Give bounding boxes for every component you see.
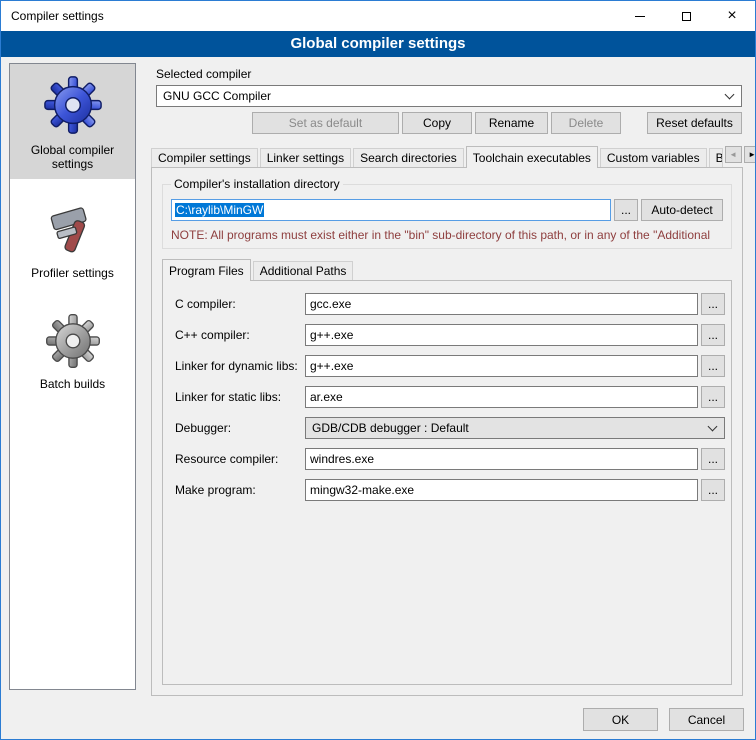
- settings-category-list: Global compiler settings Profiler settin…: [9, 63, 136, 690]
- close-button[interactable]: ×: [709, 1, 755, 31]
- resource-compiler-label: Resource compiler:: [175, 452, 305, 466]
- auto-detect-button[interactable]: Auto-detect: [641, 199, 723, 221]
- tab-compiler-settings[interactable]: Compiler settings: [151, 148, 258, 167]
- field-row-make-program: Make program: ...: [175, 479, 725, 501]
- installation-directory-title: Compiler's installation directory: [171, 177, 343, 191]
- field-row-resource-compiler: Resource compiler: ...: [175, 448, 725, 470]
- c-compiler-label: C compiler:: [175, 297, 305, 311]
- chevron-down-icon: [725, 90, 735, 100]
- tab-scroll-controls: ◄ ►: [725, 146, 756, 163]
- cpp-compiler-browse-button[interactable]: ...: [701, 324, 725, 346]
- resource-compiler-browse-button[interactable]: ...: [701, 448, 725, 470]
- installation-directory-group: Compiler's installation directory C:\ray…: [162, 184, 732, 249]
- minimize-button[interactable]: [617, 1, 663, 31]
- sidebar-item-batch-builds[interactable]: Batch builds: [10, 302, 135, 399]
- field-row-dynamic-linker: Linker for dynamic libs: ...: [175, 355, 725, 377]
- tab-linker-settings[interactable]: Linker settings: [260, 148, 351, 167]
- dynamic-linker-input[interactable]: [305, 355, 698, 377]
- make-program-browse-button[interactable]: ...: [701, 479, 725, 501]
- sidebar-item-global-compiler-settings[interactable]: Global compiler settings: [10, 64, 135, 179]
- cpp-compiler-label: C++ compiler:: [175, 328, 305, 342]
- main-content: Selected compiler GNU GCC Compiler Set a…: [146, 61, 747, 696]
- install-dir-browse-button[interactable]: ...: [614, 199, 638, 221]
- titlebar: Compiler settings ×: [1, 1, 755, 31]
- selected-compiler-select[interactable]: GNU GCC Compiler: [156, 85, 742, 107]
- dynamic-linker-label: Linker for dynamic libs:: [175, 359, 305, 373]
- tab-program-files[interactable]: Program Files: [162, 259, 251, 281]
- debugger-select[interactable]: GDB/CDB debugger : Default: [305, 417, 725, 439]
- dynamic-linker-browse-button[interactable]: ...: [701, 355, 725, 377]
- compiler-settings-tabs: Compiler settings Linker settings Search…: [151, 146, 743, 167]
- window-title: Compiler settings: [1, 9, 104, 23]
- tab-additional-paths[interactable]: Additional Paths: [253, 261, 354, 280]
- rename-button[interactable]: Rename: [475, 112, 548, 134]
- cpp-compiler-input[interactable]: [305, 324, 698, 346]
- chevron-down-icon: [708, 422, 718, 432]
- tab-custom-variables[interactable]: Custom variables: [600, 148, 707, 167]
- compiler-actions: Set as default Copy Rename Delete Reset …: [156, 112, 742, 134]
- program-files-tabs: Program Files Additional Paths: [162, 259, 734, 280]
- reset-defaults-button[interactable]: Reset defaults: [647, 112, 742, 134]
- set-as-default-button: Set as default: [252, 112, 399, 134]
- tab-toolchain-executables[interactable]: Toolchain executables: [466, 146, 598, 168]
- close-icon: ×: [727, 8, 736, 24]
- tab-search-directories[interactable]: Search directories: [353, 148, 464, 167]
- batch-builds-gear-icon: [44, 312, 102, 370]
- compiler-gear-icon: [42, 74, 104, 136]
- copy-button[interactable]: Copy: [402, 112, 472, 134]
- install-dir-input[interactable]: C:\raylib\MinGW: [171, 199, 611, 221]
- minimize-icon: [635, 16, 645, 17]
- static-linker-input[interactable]: [305, 386, 698, 408]
- static-linker-label: Linker for static libs:: [175, 390, 305, 404]
- resource-compiler-input[interactable]: [305, 448, 698, 470]
- field-row-debugger: Debugger: GDB/CDB debugger : Default: [175, 417, 725, 439]
- install-dir-note: NOTE: All programs must exist either in …: [171, 228, 723, 242]
- c-compiler-input[interactable]: [305, 293, 698, 315]
- sidebar-item-profiler-settings[interactable]: Profiler settings: [10, 193, 135, 288]
- field-row-cpp-compiler: C++ compiler: ...: [175, 324, 725, 346]
- window-controls: ×: [617, 1, 755, 31]
- debugger-value: GDB/CDB debugger : Default: [312, 421, 705, 435]
- tab-build-options[interactable]: Buil: [709, 148, 723, 167]
- dialog-header-title: Global compiler settings: [1, 31, 755, 57]
- selected-compiler-label: Selected compiler: [156, 67, 747, 81]
- ok-button[interactable]: OK: [583, 708, 658, 731]
- tab-scroll-right-button[interactable]: ►: [744, 146, 756, 163]
- sidebar-item-label: Global compiler settings: [12, 143, 133, 171]
- field-row-static-linker: Linker for static libs: ...: [175, 386, 725, 408]
- maximize-icon: [682, 12, 691, 21]
- compiler-settings-window: Compiler settings × Global compiler sett…: [0, 0, 756, 740]
- static-linker-browse-button[interactable]: ...: [701, 386, 725, 408]
- make-program-input[interactable]: [305, 479, 698, 501]
- sidebar-item-label: Batch builds: [40, 377, 105, 391]
- field-row-c-compiler: C compiler: ...: [175, 293, 725, 315]
- delete-button: Delete: [551, 112, 621, 134]
- selected-compiler-value: GNU GCC Compiler: [163, 89, 722, 103]
- program-files-panel: C compiler: ... C++ compiler: ... Linker…: [162, 280, 732, 685]
- sidebar-item-label: Profiler settings: [31, 266, 114, 280]
- cancel-button[interactable]: Cancel: [669, 708, 744, 731]
- profiler-tool-icon: [45, 203, 101, 259]
- make-program-label: Make program:: [175, 483, 305, 497]
- install-dir-value: C:\raylib\MinGW: [175, 203, 264, 217]
- c-compiler-browse-button[interactable]: ...: [701, 293, 725, 315]
- toolchain-executables-panel: Compiler's installation directory C:\ray…: [151, 167, 743, 696]
- maximize-button[interactable]: [663, 1, 709, 31]
- tab-scroll-left-button[interactable]: ◄: [725, 146, 742, 163]
- debugger-label: Debugger:: [175, 421, 305, 435]
